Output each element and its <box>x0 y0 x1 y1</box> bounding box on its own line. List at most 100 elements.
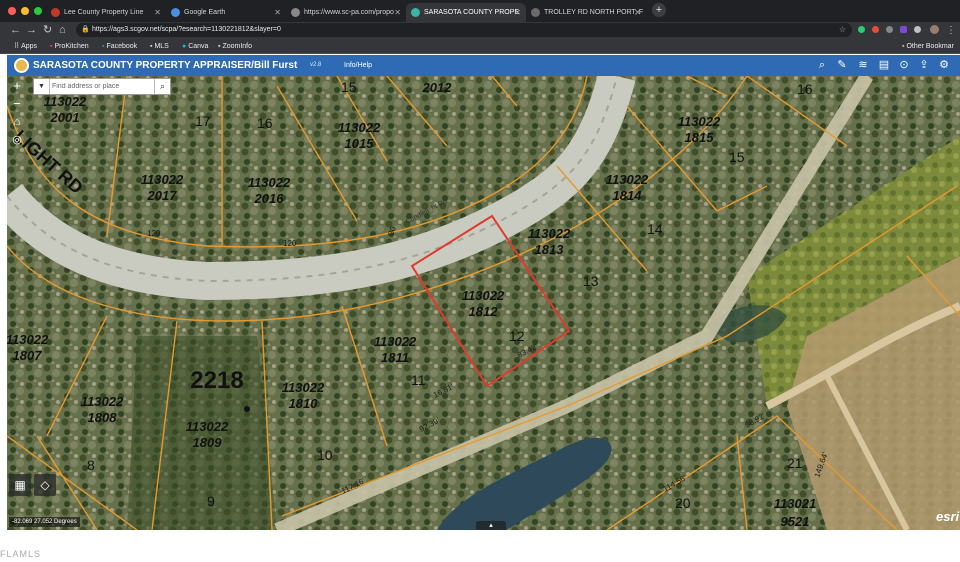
browser-tab[interactable]: Lee County Property Line ✕ <box>46 3 166 22</box>
address-bar[interactable]: 🔒 https://ags3.scgov.net/scpa/?esearch=1… <box>76 23 852 37</box>
browser-tab[interactable]: https://www.sc-pa.com/propo ✕ <box>286 3 406 22</box>
svg-text:9521: 9521 <box>781 514 810 529</box>
search-icon[interactable]: ⌕ <box>154 79 170 94</box>
maximize-window-button[interactable] <box>34 7 42 15</box>
forward-arrow-icon[interactable]: → <box>26 22 37 39</box>
svg-text:1809: 1809 <box>193 435 223 450</box>
parcel-sub: 1015 <box>345 136 375 151</box>
bookmark-zoominfo[interactable]: ▪ ZoomInfo <box>218 39 252 54</box>
location-marker <box>244 406 250 412</box>
basemap-gallery-button[interactable]: ▦ <box>9 474 31 496</box>
url-text: https://ags3.scgov.net/scpa/?esearch=113… <box>92 26 281 33</box>
lot-number: 20 <box>675 495 691 511</box>
new-tab-button[interactable]: + <box>652 3 666 17</box>
canva-icon: ● <box>182 43 187 50</box>
tab-favicon-icon <box>291 8 300 17</box>
settings-icon[interactable]: ⚙ <box>936 57 952 73</box>
lot-number: 15 <box>729 149 745 165</box>
lot-number: 13 <box>583 273 599 289</box>
bookmark-facebook[interactable]: ▪ Facebook <box>102 39 137 54</box>
share-icon[interactable]: ⇪ <box>916 57 932 73</box>
lot-number: 21 <box>787 455 803 471</box>
svg-text:1813: 1813 <box>535 242 565 257</box>
bookmark-apps[interactable]: ⠿ Apps <box>14 39 37 54</box>
esri-logo: esri <box>936 509 960 524</box>
close-icon[interactable]: ✕ <box>394 3 401 22</box>
svg-text:113022: 113022 <box>248 175 291 190</box>
zoom-out-button[interactable]: − <box>9 96 25 112</box>
svg-text:113022: 113022 <box>186 419 229 434</box>
tab-title: Lee County Property Line <box>64 9 144 16</box>
svg-text:1815: 1815 <box>685 130 715 145</box>
folder-icon: ▪ <box>902 43 905 50</box>
locate-icon[interactable]: ◎ <box>9 132 25 148</box>
lock-icon: 🔒 <box>81 26 90 33</box>
parcel-sub: 1812 <box>469 304 499 319</box>
info-help-menu[interactable]: Info/Help <box>344 55 372 76</box>
close-icon[interactable]: ✕ <box>514 3 521 22</box>
home-icon[interactable]: ⌂ <box>9 114 25 130</box>
avatar[interactable] <box>930 25 939 34</box>
other-bookmarks[interactable]: ▪ Other Bookmar <box>902 39 954 54</box>
zoom-in-button[interactable]: + <box>9 78 25 94</box>
svg-text:113022: 113022 <box>462 288 505 303</box>
app-title: SARASOTA COUNTY PROPERTY APPRAISER/Bill … <box>33 60 298 71</box>
block-label: 2218 <box>190 367 243 394</box>
print-icon[interactable]: ▤ <box>876 57 892 73</box>
extension-icon[interactable] <box>900 26 907 33</box>
chevron-down-icon[interactable]: ▼ <box>34 79 50 94</box>
app-version: v2.8 <box>310 62 322 68</box>
measure-icon[interactable]: ✎ <box>834 57 850 73</box>
browser-tab[interactable]: TROLLEY RD NORTH PORT, F ✕ <box>526 3 646 22</box>
close-icon[interactable]: ✕ <box>634 3 641 22</box>
extension-icon[interactable] <box>872 26 879 33</box>
reload-icon[interactable]: ↻ <box>43 22 52 39</box>
panel-toggle-handle[interactable]: ▴ <box>476 521 506 530</box>
tab-favicon-icon <box>531 8 540 17</box>
parcel-sub: 1814 <box>613 188 643 203</box>
svg-text:1811: 1811 <box>381 350 409 365</box>
svg-text:113022: 113022 <box>606 172 649 187</box>
parcel-id: 113022 <box>186 419 229 434</box>
extension-icon[interactable] <box>858 26 865 33</box>
minimize-window-button[interactable] <box>21 7 29 15</box>
layers-icon[interactable]: ≋ <box>855 57 871 73</box>
extension-icon[interactable] <box>914 26 921 33</box>
search-icon[interactable]: ⌕ <box>814 57 830 73</box>
bookmarks-bar <box>0 39 960 54</box>
map-view[interactable]: 113022 2001 113022 2017 113022 2016 1130… <box>7 76 960 530</box>
parcel-sub: 1809 <box>193 435 223 450</box>
parcel-id: 113022 <box>462 288 505 303</box>
bookmark-icon: ▪ <box>150 43 153 50</box>
close-icon[interactable]: ✕ <box>274 3 281 22</box>
svg-text:2016: 2016 <box>254 191 285 206</box>
close-icon[interactable]: ✕ <box>154 3 161 22</box>
browser-tab[interactable]: Google Earth ✕ <box>166 3 286 22</box>
parcel-sub: 2001 <box>50 110 80 125</box>
close-window-button[interactable] <box>8 7 16 15</box>
search-input[interactable] <box>52 80 154 93</box>
bookmark-canva[interactable]: ● Canva <box>182 39 208 54</box>
svg-text:113022: 113022 <box>416 76 459 77</box>
parcel-sub: 1815 <box>685 130 715 145</box>
star-icon[interactable]: ☆ <box>839 23 846 37</box>
parcel-id: 113022 <box>248 175 291 190</box>
overview-map-button[interactable]: ◇ <box>34 474 56 496</box>
svg-text:113022: 113022 <box>141 172 184 187</box>
back-arrow-icon[interactable]: ← <box>10 22 21 39</box>
home-icon[interactable]: ⌂ <box>59 22 66 39</box>
bookmark-prokitchen[interactable]: ▪ ProKitchen <box>50 39 89 54</box>
bookmark-label: Apps <box>21 43 38 50</box>
svg-text:113022: 113022 <box>678 114 721 129</box>
parcel-sub: 2017 <box>147 188 178 203</box>
menu-kebab-icon[interactable]: ⋮ <box>946 22 956 39</box>
parcel-sub: 2012 <box>422 80 453 95</box>
parcel-id: 113022 <box>374 334 417 349</box>
identify-icon[interactable]: ⊙ <box>896 57 912 73</box>
svg-text:2012: 2012 <box>422 80 453 95</box>
lot-number: 16 <box>797 81 813 97</box>
parcel-id: 113022 <box>338 120 381 135</box>
browser-tab-active[interactable]: SARASOTA COUNTY PROPE ✕ <box>406 3 526 22</box>
bookmark-mls[interactable]: ▪ MLS <box>150 39 169 54</box>
extension-icon[interactable] <box>886 26 893 33</box>
